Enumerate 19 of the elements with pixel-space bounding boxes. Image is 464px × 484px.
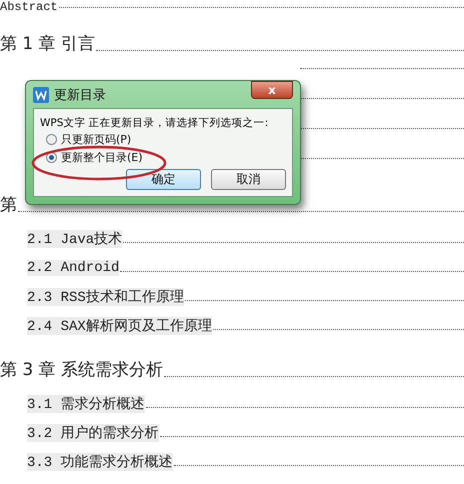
chapter-title: 第 1 章 引言 <box>0 33 96 55</box>
section-title: 3.3 功能需求分析概述 <box>27 452 173 470</box>
option-label[interactable]: 更新整个目录(E) <box>61 150 143 164</box>
chapter-title: 第 3 章 系统需求分析 <box>0 359 164 381</box>
section-title: 2.2 Android <box>27 260 120 276</box>
dialog-title: 更新目录 <box>54 86 107 104</box>
cancel-button[interactable]: 取消 <box>211 169 286 190</box>
section-title: 2.4 SAX解析网页及工作原理 <box>27 316 212 334</box>
radio-button[interactable] <box>46 134 57 144</box>
dialog-message: WPS文字 正在更新目录，请选择下列选项之一: <box>40 116 270 130</box>
section-title: 2.3 RSS技术和工作原理 <box>27 288 184 306</box>
chapter-title: 第 <box>0 194 17 216</box>
abstract-title: Abstract <box>0 0 58 14</box>
ok-button[interactable]: 确定 <box>126 169 201 190</box>
section-title: 2.1 Java技术 <box>27 230 122 248</box>
option-label[interactable]: 只更新页码(P) <box>61 132 132 146</box>
section-title: 3.2 用户的需求分析 <box>27 424 159 442</box>
app-logo-icon <box>33 86 49 102</box>
section-title: 3.1 需求分析概述 <box>27 394 145 412</box>
